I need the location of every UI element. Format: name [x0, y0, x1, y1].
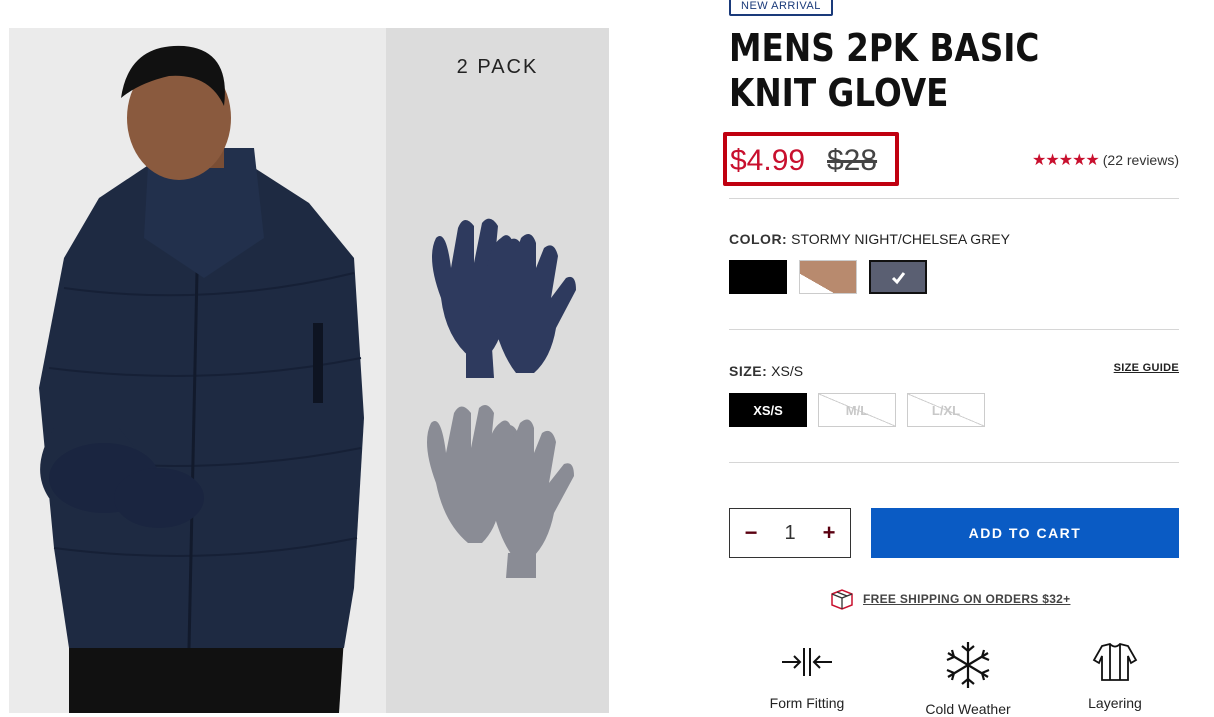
feature-cold-weather: Cold Weather [908, 640, 1028, 717]
size-option-xs-s[interactable]: XS/S [729, 393, 807, 427]
product-gallery: 2 PACK [9, 28, 609, 713]
quantity-increase-button[interactable]: + [820, 520, 838, 546]
size-option-m-l[interactable]: M/L [818, 393, 896, 427]
new-arrival-badge: NEW ARRIVAL [729, 0, 833, 16]
quantity-value[interactable]: 1 [784, 522, 795, 545]
divider [729, 329, 1179, 330]
swatch-tan-white[interactable] [799, 260, 857, 294]
divider [729, 198, 1179, 199]
feature-label: Cold Weather [925, 701, 1011, 717]
quantity-stepper: − 1 + [729, 508, 851, 558]
swatch-stormy-night[interactable] [869, 260, 927, 294]
model-image[interactable] [9, 28, 386, 713]
free-shipping-text: FREE SHIPPING ON ORDERS $32+ [863, 592, 1071, 606]
size-guide-link[interactable]: SIZE GUIDE [1114, 362, 1179, 374]
size-value: XS/S [771, 363, 804, 379]
sale-price: $4.99 [730, 144, 806, 177]
model-illustration [39, 45, 364, 713]
swatch-black[interactable] [729, 260, 787, 294]
feature-label: Form Fitting [769, 695, 845, 711]
check-icon [891, 272, 906, 285]
divider [729, 462, 1179, 463]
size-label: SIZE: [729, 363, 768, 379]
feature-layering: Layering [1055, 640, 1175, 711]
snowflake-icon [946, 642, 990, 688]
pack-image[interactable]: 2 PACK [386, 28, 609, 713]
rating[interactable]: ★★★★★ (22 reviews) [1032, 150, 1179, 170]
color-label-row: COLOR: STORMY NIGHT/CHELSEA GREY [729, 231, 1010, 247]
package-icon [831, 589, 853, 610]
quantity-decrease-button[interactable]: − [742, 520, 760, 546]
feature-form-fitting: Form Fitting [747, 640, 867, 711]
add-to-cart-button[interactable]: ADD TO CART [871, 508, 1179, 558]
form-fitting-icon [782, 648, 832, 676]
size-label-row: SIZE: XS/S [729, 363, 803, 379]
reviews-link[interactable]: (22 reviews) [1103, 152, 1179, 168]
gloves-illustration [427, 218, 576, 578]
layering-icon [1092, 643, 1138, 681]
original-price: $28 [827, 144, 878, 177]
product-title: MENS 2PK BASIC KNIT GLOVE [729, 26, 1040, 115]
star-rating-icon: ★★★★★ [1032, 152, 1100, 169]
size-option-l-xl[interactable]: L/XL [907, 393, 985, 427]
free-shipping-link[interactable]: FREE SHIPPING ON ORDERS $32+ [829, 588, 1070, 610]
color-value: STORMY NIGHT/CHELSEA GREY [791, 231, 1010, 247]
feature-label: Layering [1088, 695, 1142, 711]
color-label: COLOR: [729, 231, 788, 247]
